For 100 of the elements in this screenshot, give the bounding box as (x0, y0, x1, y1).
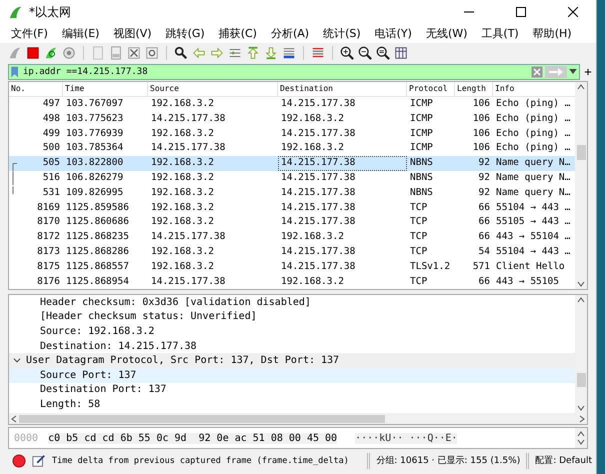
table-cell-text: 8169 (36, 200, 61, 215)
table-cell-text: 14.215.177.38 (280, 260, 356, 274)
minimize-icon[interactable] (464, 11, 474, 13)
table-cell-text: 66 (478, 274, 491, 289)
tree-row[interactable]: Source Port: 137 (9, 368, 575, 383)
table-cell-text: Echo (ping) … (495, 97, 572, 111)
column-header[interactable]: Time (63, 82, 148, 96)
table-cell-text: 106 (472, 112, 491, 126)
display-filter-field[interactable]: ip.addr ==14.215.177.38 (8, 64, 580, 80)
table-cell-text: 1125.868954 (65, 274, 130, 289)
table-cell-text: 92 (478, 170, 491, 185)
last-packet-icon[interactable] (264, 46, 278, 60)
tree-row[interactable]: User Datagram Protocol, Src Port: 137, Dst Port: 137 (9, 353, 575, 368)
dropdown-caret-icon[interactable] (569, 69, 577, 74)
menu-item[interactable]: 分析(A) (264, 26, 316, 41)
clear-filter-button[interactable] (531, 66, 543, 78)
table-cell-text: 106 (472, 97, 491, 111)
table-cell-text: 55104 → 443 … (495, 200, 572, 215)
table-cell-text: 14.215.177.38 (150, 230, 226, 244)
table-cell-text: 66 (478, 200, 491, 215)
close-icon[interactable] (568, 7, 578, 17)
scrollbar-thumb[interactable] (576, 373, 586, 387)
tree-row[interactable]: Destination: 14.215.177.38 (9, 338, 575, 354)
table-cell-text: 109.826995 (65, 186, 124, 200)
column-header[interactable]: No. (9, 82, 63, 96)
table-cell-text: NBNS (409, 156, 434, 170)
table-cell-text: 14.215.177.38 (280, 126, 356, 141)
autoscroll-icon[interactable] (282, 46, 296, 60)
table-cell-text: TCP (409, 274, 428, 289)
maximize-icon[interactable] (516, 7, 526, 17)
add-button-icon[interactable] (583, 66, 593, 76)
colorize-icon[interactable] (311, 46, 325, 60)
packet-row[interactable]: 505 103.822800 192.168.3.2 14.215.177.38 NBNS 92 Name query N… (9, 156, 575, 171)
table-cell-text: Name query N… (495, 170, 572, 185)
table-cell-text: 192.168.3.2 (150, 170, 215, 185)
table-cell-text: 8172 (36, 230, 61, 244)
table-cell-text: ICMP (409, 97, 434, 111)
table-cell-text: 498 (42, 112, 61, 126)
table-cell-text: 106.826279 (65, 170, 124, 185)
vertical-scrollbar[interactable] (575, 428, 587, 448)
column-header[interactable]: Length (455, 82, 493, 96)
scrollbar-thumb[interactable] (576, 145, 586, 160)
menu-item[interactable]: 跳转(G) (158, 26, 212, 41)
menu-item[interactable]: 工具(T) (474, 26, 526, 41)
tree-text: Header checksum: 0x3d36 [validation disabled] (40, 296, 311, 308)
forward-arrow-icon[interactable] (210, 46, 224, 60)
table-cell-text: ICMP (409, 141, 434, 156)
table-cell-text: 192.168.3.2 (280, 230, 345, 244)
stop-icon[interactable] (26, 46, 40, 60)
table-cell-text: 516 (42, 170, 61, 185)
go-to-packet-icon[interactable] (228, 46, 242, 60)
table-cell-text: 55105 → 443 … (495, 215, 572, 230)
table-cell-text: 1125.868557 (65, 260, 130, 274)
table-cell-text: 103.776939 (65, 126, 124, 141)
table-cell-text: 14.215.177.38 (280, 170, 356, 185)
table-cell-text: 103.767097 (65, 97, 124, 111)
resize-columns-icon[interactable] (394, 46, 408, 60)
table-cell-text: 54 (478, 244, 491, 259)
menu-item[interactable]: 捕获(C) (212, 26, 264, 41)
menu-item[interactable]: 无线(W) (418, 26, 474, 41)
table-cell-text: 1125.859586 (65, 200, 130, 215)
menu-item[interactable]: 文件(F) (4, 26, 55, 41)
table-cell-text: 531 (42, 186, 61, 200)
menu-item[interactable]: 视图(V) (106, 26, 159, 41)
app-fin-icon (8, 4, 23, 20)
reload-icon[interactable] (145, 46, 159, 60)
table-cell-text: 103.822800 (65, 156, 124, 170)
zoom-out-icon[interactable] (358, 46, 372, 60)
table-cell-text: 192.168.3.2 (150, 126, 215, 141)
menu-item[interactable]: 帮助(H) (526, 26, 579, 41)
table-cell-text: Client Hello (495, 260, 566, 274)
tree-text: Destination Port: 137 (40, 384, 166, 396)
restart-icon[interactable] (44, 46, 58, 60)
table-cell-text: 192.168.3.2 (150, 156, 215, 170)
zoom-in-icon[interactable] (340, 46, 354, 60)
ascii-bytes: ····kU·· ···Q··E· (355, 432, 458, 444)
vertical-scrollbar[interactable] (575, 82, 587, 289)
bookmark-icon[interactable] (9, 64, 21, 78)
chevron-icon[interactable] (13, 358, 21, 364)
column-header[interactable]: Destination (278, 82, 407, 96)
first-packet-icon[interactable] (246, 46, 260, 60)
edit-note-icon[interactable] (32, 454, 46, 468)
zoom-reset-icon[interactable] (376, 46, 390, 60)
table-cell-text: 571 (472, 260, 491, 274)
column-header[interactable]: Source (148, 82, 278, 96)
tree-text: Length: 58 (40, 398, 100, 410)
menu-item[interactable]: 电话(Y) (368, 26, 419, 41)
close-file-icon[interactable] (127, 46, 141, 60)
table-cell-text: 192.168.3.2 (150, 200, 215, 215)
table-cell-text: 500 (42, 141, 61, 156)
profile-label[interactable]: 配置: Default (535, 454, 592, 467)
table-cell-text: 66 (478, 230, 491, 244)
menu-item[interactable]: 编辑(E) (54, 26, 106, 41)
column-header[interactable]: Protocol (407, 82, 455, 96)
horizontal-scrollbar[interactable] (8, 413, 588, 425)
table-cell-text: 192.168.3.2 (150, 97, 215, 111)
menu-item[interactable]: 统计(S) (316, 26, 368, 41)
vertical-scrollbar[interactable] (575, 295, 587, 413)
table-cell-text: Echo (ping) … (495, 112, 572, 126)
search-icon[interactable] (174, 46, 188, 60)
